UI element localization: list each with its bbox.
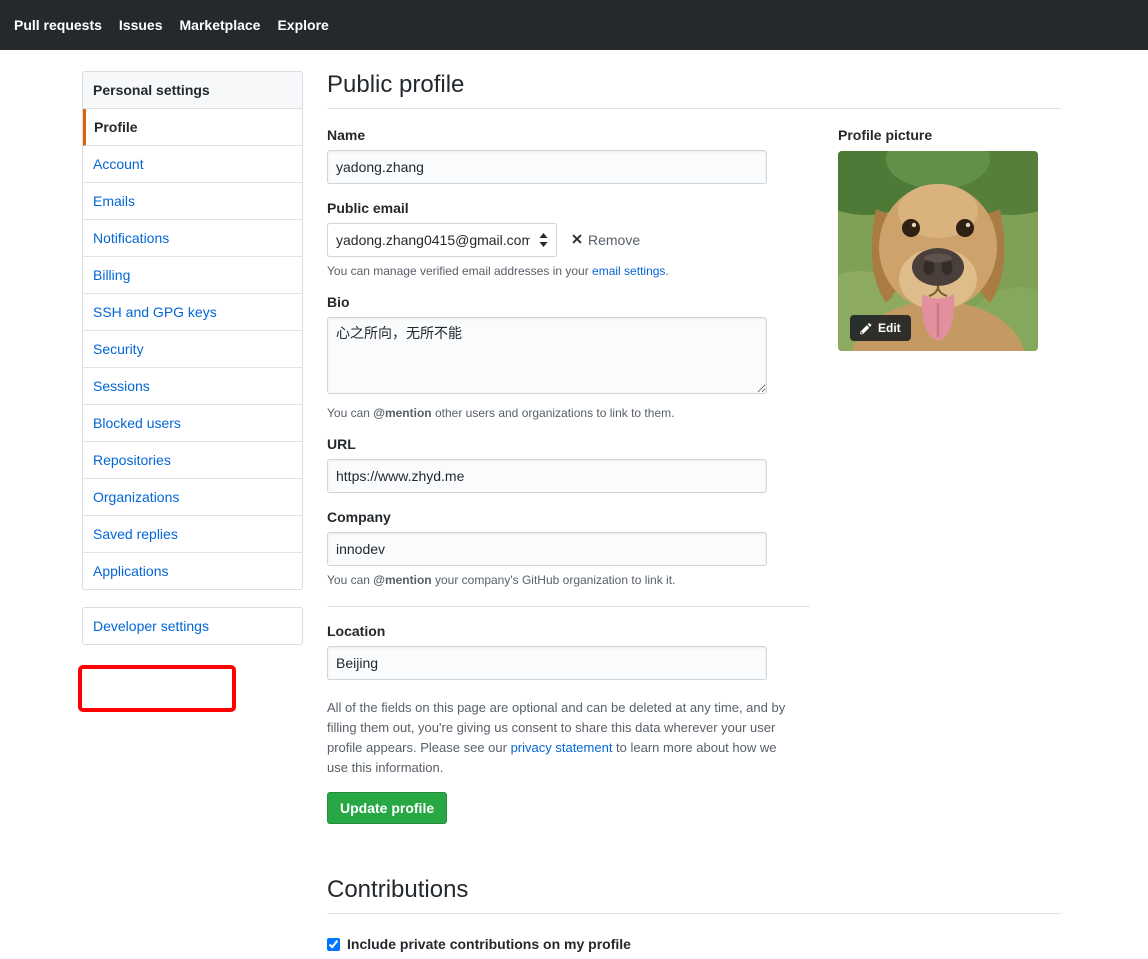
- bio-helper-text: You can @mention other users and organiz…: [327, 406, 810, 420]
- company-helper-text: You can @mention your company's GitHub o…: [327, 573, 810, 587]
- profile-picture-label: Profile picture: [838, 127, 1038, 143]
- remove-email-button[interactable]: Remove: [571, 232, 640, 249]
- sidebar-item-ssh-gpg-keys[interactable]: SSH and GPG keys: [83, 294, 302, 331]
- sidebar-item-account[interactable]: Account: [83, 146, 302, 183]
- sidebar-item-profile[interactable]: Profile: [83, 109, 302, 146]
- settings-page: Personal settings Profile Account Emails…: [82, 71, 1148, 959]
- page-title: Public profile: [327, 71, 1061, 109]
- edit-avatar-label: Edit: [878, 321, 901, 335]
- url-field[interactable]: [327, 459, 767, 493]
- contributions-title: Contributions: [327, 876, 1061, 914]
- sidebar-item-emails[interactable]: Emails: [83, 183, 302, 220]
- top-navigation: Pull requests Issues Marketplace Explore: [0, 0, 1148, 50]
- location-label: Location: [327, 623, 810, 639]
- public-profile-section: Public profile Name Public email yadong.…: [327, 71, 1061, 959]
- location-field[interactable]: [327, 646, 767, 680]
- sidebar-heading: Personal settings: [83, 72, 302, 109]
- privacy-note: All of the fields on this page are optio…: [327, 698, 797, 779]
- sidebar-item-security[interactable]: Security: [83, 331, 302, 368]
- sidebar-item-notifications[interactable]: Notifications: [83, 220, 302, 257]
- settings-sidebar: Personal settings Profile Account Emails…: [82, 71, 303, 959]
- sidebar-item-sessions[interactable]: Sessions: [83, 368, 302, 405]
- sidebar-item-applications[interactable]: Applications: [83, 553, 302, 589]
- form-divider: [327, 606, 810, 607]
- email-helper-text: You can manage verified email addresses …: [327, 264, 810, 278]
- sidebar-item-billing[interactable]: Billing: [83, 257, 302, 294]
- x-icon: [571, 232, 583, 249]
- profile-form: Name Public email yadong.zhang0415@gmail…: [327, 111, 810, 824]
- nav-marketplace[interactable]: Marketplace: [180, 17, 261, 33]
- name-field[interactable]: [327, 150, 767, 184]
- update-profile-button[interactable]: Update profile: [327, 792, 447, 824]
- name-label: Name: [327, 127, 810, 143]
- privacy-statement-link[interactable]: privacy statement: [511, 740, 613, 755]
- company-label: Company: [327, 509, 810, 525]
- sidebar-item-repositories[interactable]: Repositories: [83, 442, 302, 479]
- public-email-label: Public email: [327, 200, 810, 216]
- contributions-section: Contributions Include private contributi…: [327, 876, 1061, 959]
- profile-picture-column: Profile picture: [838, 111, 1038, 824]
- nav-pull-requests[interactable]: Pull requests: [14, 17, 102, 33]
- private-contributions-label: Include private contributions on my prof…: [347, 936, 631, 952]
- sidebar-item-developer-settings[interactable]: Developer settings: [83, 608, 302, 644]
- public-email-select[interactable]: yadong.zhang0415@gmail.com: [327, 223, 557, 257]
- private-contributions-checkbox[interactable]: [327, 938, 340, 951]
- sidebar-item-saved-replies[interactable]: Saved replies: [83, 516, 302, 553]
- developer-settings-menu: Developer settings: [82, 607, 303, 645]
- url-label: URL: [327, 436, 810, 452]
- avatar[interactable]: Edit: [838, 151, 1038, 351]
- bio-field[interactable]: 心之所向，无所不能: [327, 317, 767, 394]
- remove-email-label: Remove: [588, 232, 640, 248]
- edit-avatar-button[interactable]: Edit: [850, 315, 911, 341]
- nav-explore[interactable]: Explore: [277, 17, 328, 33]
- company-field[interactable]: [327, 532, 767, 566]
- nav-issues[interactable]: Issues: [119, 17, 163, 33]
- pencil-icon: [860, 322, 872, 335]
- email-settings-link[interactable]: email settings: [592, 264, 665, 278]
- bio-label: Bio: [327, 294, 810, 310]
- sidebar-item-organizations[interactable]: Organizations: [83, 479, 302, 516]
- sidebar-item-blocked-users[interactable]: Blocked users: [83, 405, 302, 442]
- personal-settings-menu: Personal settings Profile Account Emails…: [82, 71, 303, 590]
- annotation-rectangle: [78, 665, 236, 712]
